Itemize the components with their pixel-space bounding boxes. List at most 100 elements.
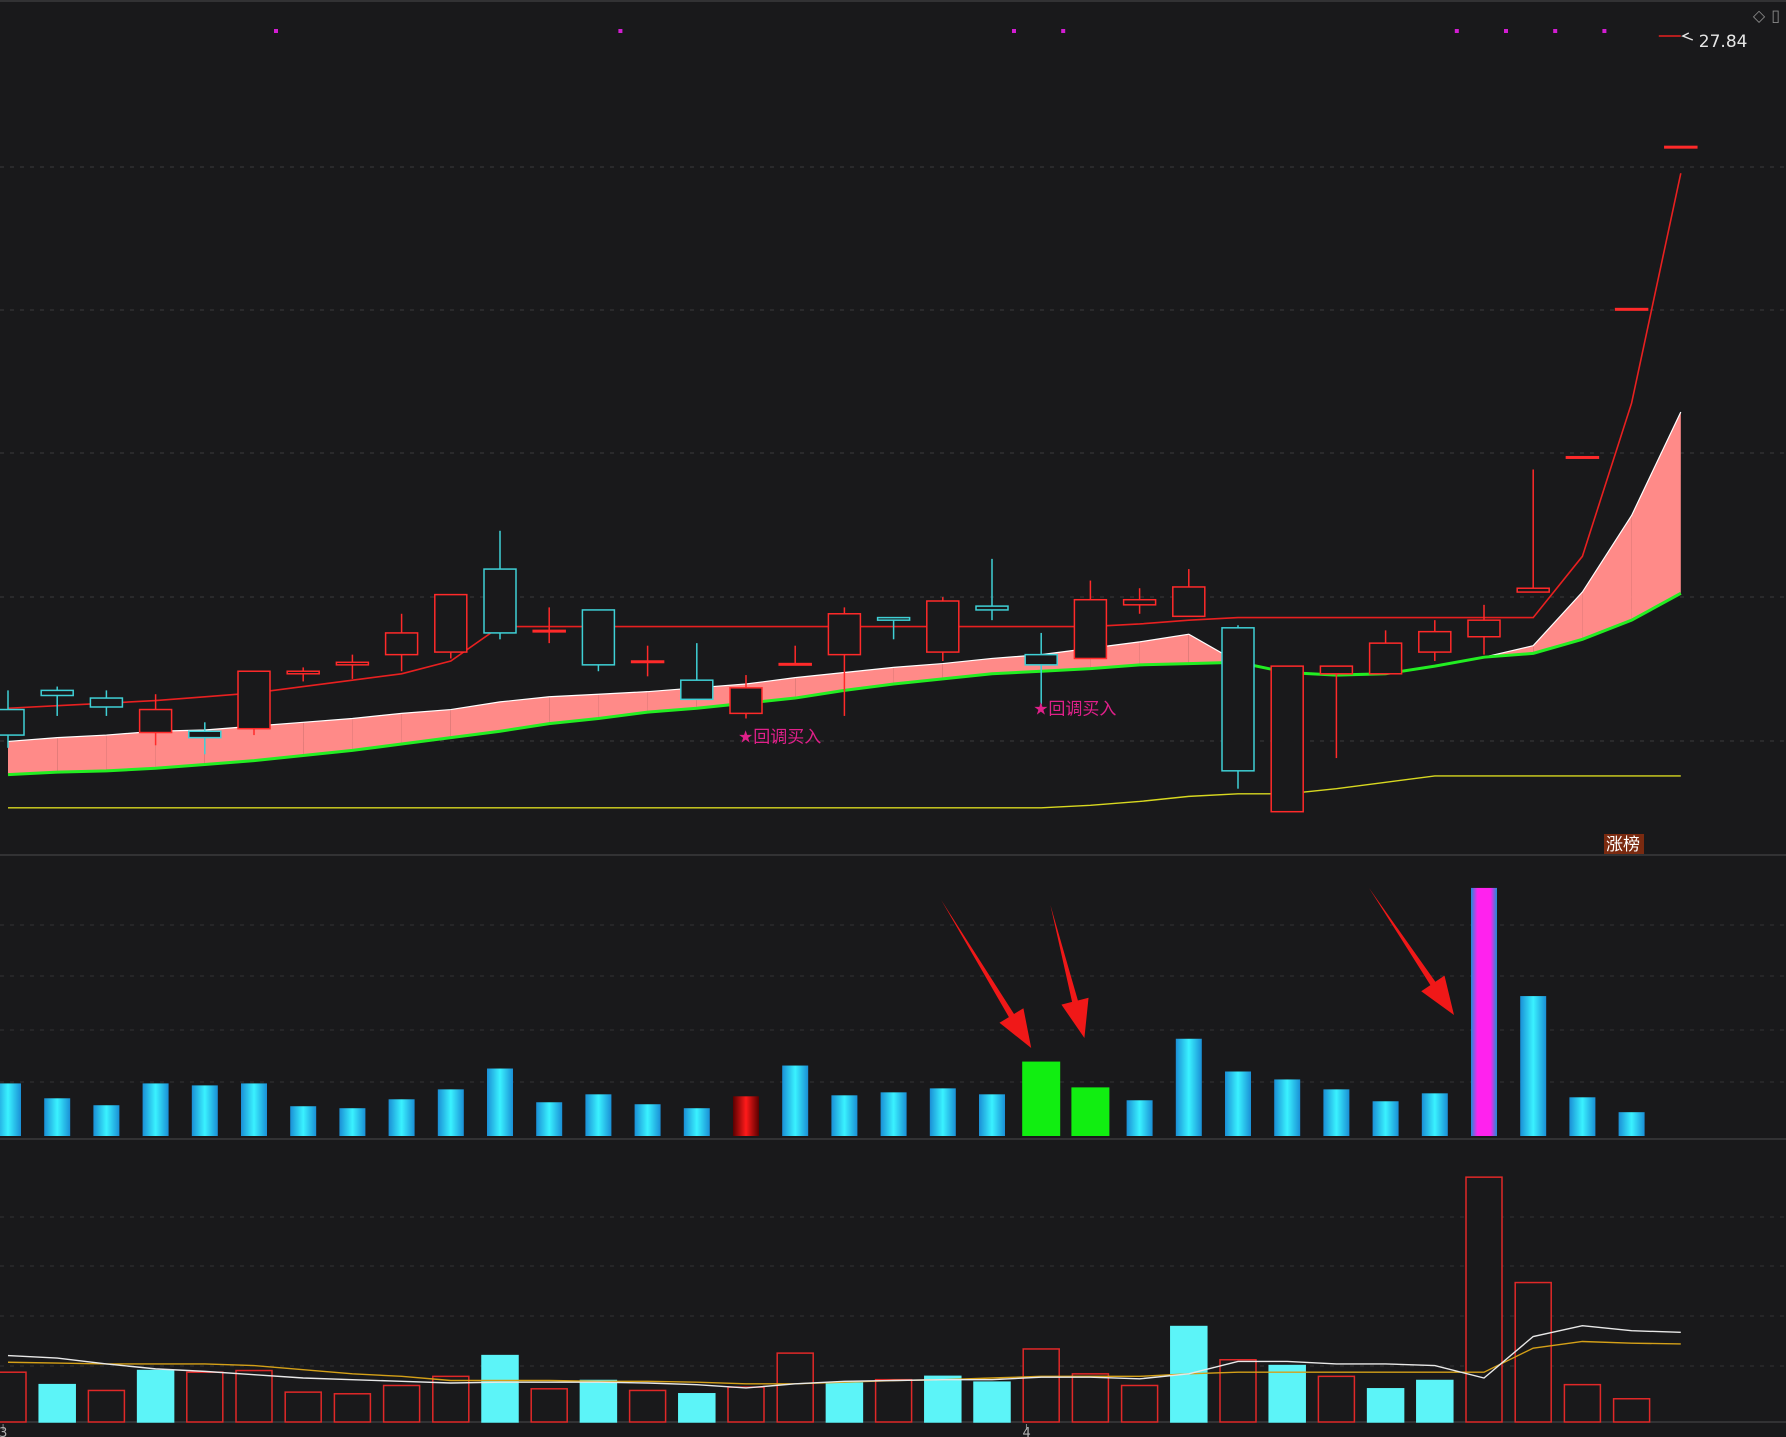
candle-body (188, 730, 222, 739)
candle-body (1073, 598, 1108, 660)
rank-badge-text: 涨榜 (1606, 835, 1640, 855)
indicator-bar (1471, 887, 1497, 1136)
candle-body (335, 661, 370, 666)
panel-icon[interactable]: ▯ (1771, 6, 1780, 25)
candle-body (1664, 145, 1698, 149)
candle-body (975, 605, 1009, 611)
candle-body (1467, 619, 1501, 638)
volume-bar (678, 1393, 716, 1423)
indicator-bar (142, 1083, 169, 1136)
candle-body (1516, 587, 1550, 593)
indicator-bar (782, 1065, 809, 1136)
candle (1565, 455, 1600, 459)
candle-body (89, 697, 124, 708)
rank-badge: 涨榜 (1604, 834, 1644, 855)
candle-body (0, 708, 25, 736)
candle (1122, 588, 1157, 614)
volume-bar (1366, 1388, 1405, 1423)
volume-bar (235, 1369, 273, 1423)
candle (384, 613, 419, 672)
candle (827, 607, 862, 716)
candle-body (237, 670, 271, 730)
diamond-icon[interactable]: ◇ (1753, 6, 1765, 25)
candle (1319, 665, 1354, 759)
candle (1516, 469, 1550, 593)
candle-body (630, 660, 665, 664)
high-price-label: 27.84 (1699, 32, 1748, 52)
candles (0, 145, 1698, 813)
candle-body (1418, 630, 1452, 653)
candle (1073, 580, 1108, 660)
volume-bar (1416, 1379, 1454, 1423)
candle (1614, 307, 1649, 311)
signal-label: ★回调买入 (738, 728, 821, 748)
volume-bar (1514, 1281, 1552, 1423)
candle-body (40, 689, 74, 697)
candle-body (434, 593, 468, 653)
indicator-bar (733, 1096, 759, 1136)
indicator-bar (388, 1099, 415, 1136)
candle (1418, 620, 1452, 662)
indicator-bar (241, 1083, 267, 1136)
candle-body (729, 687, 763, 715)
candle (483, 530, 517, 640)
top-marker (1602, 29, 1607, 33)
candle (1467, 604, 1501, 655)
ma-yellow-line (8, 775, 1681, 809)
indicator-bar (880, 1092, 907, 1136)
volume-bar (38, 1383, 76, 1423)
indicator-bar (1323, 1089, 1350, 1136)
top-marker (1012, 29, 1016, 33)
candle-body (876, 616, 911, 621)
candle-body (1368, 642, 1403, 675)
indicator-bar (929, 1088, 956, 1136)
volume-bar (1022, 1348, 1060, 1423)
volume-bar (186, 1371, 224, 1423)
candle-body (138, 708, 173, 734)
top-marker (274, 29, 278, 33)
candle (1221, 625, 1255, 789)
volume-bar (1563, 1383, 1602, 1423)
indicator-bar (831, 1095, 858, 1136)
candle (1172, 569, 1206, 618)
indicator-bar (1421, 1093, 1448, 1136)
indicator-bar (437, 1089, 464, 1136)
candle (40, 686, 74, 716)
volume-bar (924, 1375, 962, 1423)
indicator-bar (290, 1106, 317, 1136)
indicator-bar (1175, 1038, 1202, 1136)
volume-bar (1071, 1373, 1110, 1423)
volume-bar (973, 1381, 1011, 1423)
indicator-bar (1126, 1100, 1153, 1136)
volume-bars (0, 1176, 1651, 1423)
candle (532, 607, 566, 644)
indicator-bar (1225, 1071, 1251, 1136)
candle (729, 675, 763, 719)
candle-body (1172, 586, 1206, 618)
candle-body (532, 629, 566, 633)
candle-body (581, 609, 616, 666)
candle-body (926, 600, 960, 653)
indicator-bar (585, 1094, 612, 1136)
band-segment (8, 737, 58, 775)
volume-bar (0, 1371, 27, 1423)
volume-bar (87, 1389, 126, 1423)
candle (680, 643, 714, 701)
band-segment (1533, 592, 1583, 654)
volume-bar (284, 1391, 322, 1423)
candle (0, 690, 25, 748)
candle (975, 558, 1009, 621)
volume-bar (727, 1386, 765, 1423)
stock-chart[interactable]: 27.84 ★回调买入 ★回调买入涨榜 3 4 (0, 0, 1786, 1437)
high-arrow-icon (1681, 32, 1694, 41)
candle-body (384, 632, 419, 656)
indicator-bar (191, 1085, 218, 1136)
indicator-bar (683, 1108, 710, 1136)
candle-body (1024, 653, 1058, 666)
candle (434, 593, 468, 659)
candle-body (1565, 455, 1600, 459)
candle-body (1319, 665, 1354, 675)
volume-bar (1268, 1364, 1306, 1423)
candle-body (1270, 665, 1304, 813)
volume-bar (1465, 1176, 1503, 1423)
